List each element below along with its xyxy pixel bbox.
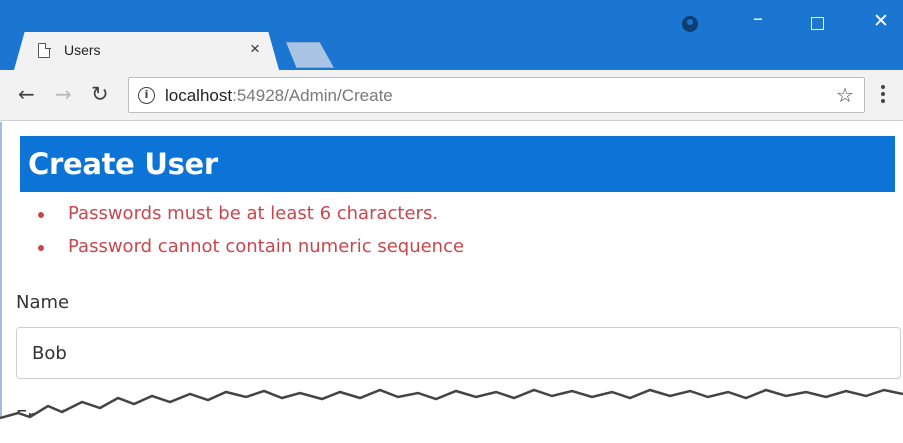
page-title: Create User — [28, 147, 218, 181]
reload-icon[interactable]: ↻ — [91, 82, 109, 106]
back-arrow-icon[interactable]: ← — [18, 82, 35, 106]
error-item: Password cannot contain numeric sequence — [36, 235, 464, 268]
close-window-icon[interactable]: ✕ — [873, 11, 889, 31]
browser-tab[interactable]: Users × — [14, 32, 279, 70]
name-label: Name — [16, 292, 70, 313]
tab-title: Users — [64, 42, 101, 58]
url-path: :54928/Admin/Create — [232, 86, 393, 105]
close-icon[interactable]: × — [250, 39, 260, 59]
info-icon[interactable]: i — [138, 87, 155, 104]
error-item: Passwords must be at least 6 characters. — [36, 202, 464, 235]
minimize-icon[interactable]: – — [753, 8, 763, 28]
name-input[interactable] — [16, 327, 901, 379]
menu-icon[interactable] — [881, 85, 885, 105]
window-titlebar: Users × – ✕ — [0, 0, 903, 70]
torn-edge — [0, 388, 903, 443]
url-text[interactable]: localhost:54928/Admin/Create — [165, 86, 393, 106]
validation-errors: Passwords must be at least 6 characters.… — [36, 202, 464, 268]
profile-icon[interactable] — [682, 16, 698, 32]
address-bar[interactable]: i localhost:54928/Admin/Create ☆ — [128, 77, 865, 113]
forward-arrow-icon[interactable]: → — [55, 82, 72, 106]
url-host: localhost — [165, 86, 233, 105]
page-header: Create User — [20, 136, 895, 192]
document-icon — [38, 42, 51, 58]
new-tab-button[interactable] — [286, 42, 334, 68]
maximize-icon[interactable] — [811, 17, 824, 30]
star-icon[interactable]: ☆ — [836, 83, 854, 107]
page-content: Create User Passwords must be at least 6… — [0, 122, 903, 443]
browser-toolbar: ← → ↻ i localhost:54928/Admin/Create ☆ — [0, 70, 903, 121]
